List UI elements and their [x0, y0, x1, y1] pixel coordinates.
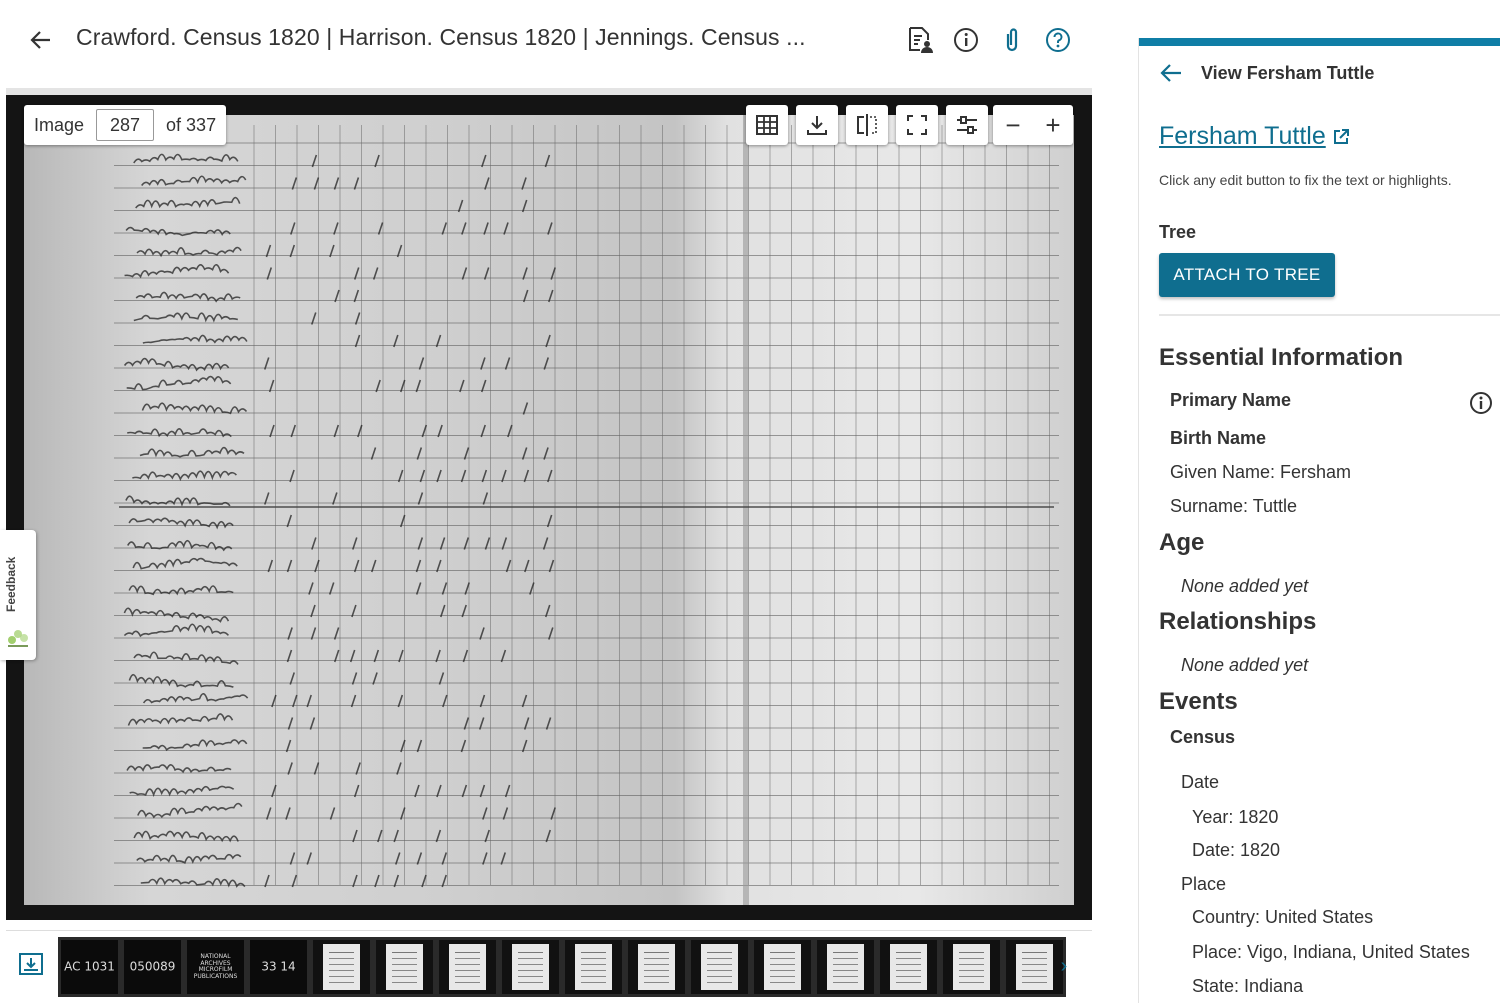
thumbnail[interactable]: NATIONAL ARCHIVES MICROFILM PUBLICATIONS — [187, 940, 244, 994]
census-image[interactable]: Image of 337 − + — [6, 95, 1092, 920]
thumbnail-page — [575, 944, 612, 990]
image-counter: Image of 337 — [24, 105, 227, 145]
grid-icon[interactable] — [746, 105, 788, 145]
thumbnail[interactable] — [943, 940, 1000, 994]
relationships-value: None added yet — [1181, 655, 1309, 675]
header-actions — [904, 22, 1074, 58]
thumbnail[interactable] — [691, 940, 748, 994]
image-total: of 337 — [166, 114, 217, 135]
events-heading: Events — [1159, 688, 1238, 715]
thumbnail[interactable] — [817, 940, 874, 994]
thumbnail[interactable]: 050089 — [124, 940, 181, 994]
attachment-icon[interactable] — [996, 22, 1028, 58]
date-label: Date — [1181, 772, 1220, 792]
essential-info-heading: Essential Information — [1159, 344, 1404, 371]
edit-hint: Click any edit button to fix the text or… — [1159, 172, 1452, 188]
thumbnail[interactable]: AC 1031 — [61, 940, 118, 994]
tree-label: Tree — [1159, 222, 1197, 242]
thumbnail[interactable] — [439, 940, 496, 994]
adjust-icon[interactable] — [946, 105, 988, 145]
given-name: Given Name: Fersham — [1170, 462, 1352, 482]
image-viewer[interactable]: Image of 337 − + — [6, 88, 1092, 920]
back-arrow-icon[interactable] — [1159, 62, 1183, 84]
feedback-tab[interactable]: Feedback — [0, 530, 36, 660]
document-person-icon[interactable] — [904, 22, 936, 58]
birth-name-label: Birth Name — [1170, 428, 1267, 448]
event-year: Year: 1820 — [1192, 807, 1279, 827]
zoom-out-button[interactable]: − — [993, 105, 1033, 145]
thumbnail-label: 33 14 — [261, 959, 296, 974]
thumbnail-list: AC 1031 050089 NATIONAL ARCHIVES MICROFILM… — [58, 937, 1066, 997]
event-place: Place: Vigo, Indiana, United States — [1192, 942, 1470, 962]
compare-icon[interactable] — [846, 105, 888, 145]
record-panel: View Fersham Tuttle Fersham Tuttle Click… — [1138, 38, 1500, 1003]
panel-header: View Fersham Tuttle — [1159, 62, 1374, 84]
person-name[interactable]: Fersham Tuttle — [1159, 122, 1326, 151]
surname: Surname: Tuttle — [1170, 496, 1298, 516]
filmstrip-toggle-icon[interactable] — [18, 951, 46, 979]
event-state: State: Indiana — [1192, 976, 1304, 996]
thumbnail-page — [764, 944, 801, 990]
thumbnail[interactable] — [313, 940, 370, 994]
feedback-label: Feedback — [4, 556, 18, 612]
event-date: Date: 1820 — [1192, 840, 1281, 860]
thumbnail-page — [386, 944, 423, 990]
relationships-heading: Relationships — [1159, 608, 1317, 635]
chevron-right-icon[interactable]: › — [1052, 953, 1076, 979]
fullscreen-icon[interactable] — [896, 105, 938, 145]
download-icon[interactable] — [796, 105, 838, 145]
thumbnail-label: NATIONAL ARCHIVES MICROFILM PUBLICATIONS — [193, 952, 238, 980]
back-arrow-icon[interactable] — [26, 24, 56, 56]
thumbnail-page — [638, 944, 675, 990]
thumbnail-page — [827, 944, 864, 990]
age-heading: Age — [1159, 529, 1205, 556]
thumbnail-page — [1016, 944, 1053, 990]
zoom-controls: − + — [993, 105, 1073, 145]
panel-accent-bar — [1139, 38, 1500, 46]
thumbnail-label: 050089 — [129, 959, 176, 974]
census-page-scan — [24, 115, 1074, 905]
thumbnail-page — [449, 944, 486, 990]
attach-to-tree-button[interactable]: ATTACH TO TREE — [1159, 253, 1335, 297]
info-icon[interactable] — [950, 22, 982, 58]
thumbnail-page — [512, 944, 549, 990]
thumbnail-page — [323, 944, 360, 990]
image-number-input[interactable] — [96, 109, 155, 141]
divider — [1159, 314, 1500, 316]
panel-title: View Fersham Tuttle — [1201, 62, 1375, 83]
external-link-icon — [1333, 128, 1349, 144]
zoom-in-button[interactable]: + — [1033, 105, 1073, 145]
thumbnail[interactable] — [502, 940, 559, 994]
filmstrip: AC 1031 050089 NATIONAL ARCHIVES MICROFILM… — [6, 930, 1092, 1000]
thumbnail-page — [953, 944, 990, 990]
leaf-icon — [8, 630, 28, 647]
help-icon[interactable] — [1042, 22, 1074, 58]
thumbnail[interactable] — [880, 940, 937, 994]
age-value: None added yet — [1181, 576, 1309, 596]
place-label: Place — [1181, 874, 1227, 894]
primary-name-label: Primary Name — [1170, 390, 1292, 410]
page-title: Crawford. Census 1820 | Harrison. Census… — [76, 24, 806, 50]
thumbnail[interactable] — [628, 940, 685, 994]
top-bar: Crawford. Census 1820 | Harrison. Census… — [0, 0, 1120, 84]
thumbnail[interactable] — [754, 940, 811, 994]
person-name-link[interactable]: Fersham Tuttle — [1159, 122, 1350, 151]
thumbnail[interactable] — [376, 940, 433, 994]
thumbnail-page — [701, 944, 738, 990]
thumbnail[interactable]: 33 14 — [250, 940, 307, 994]
viewer-tools — [746, 105, 988, 145]
thumbnail-label: AC 1031 — [64, 959, 115, 974]
event-country: Country: United States — [1192, 907, 1374, 927]
ledger-lines — [114, 115, 1059, 905]
thumbnail[interactable] — [565, 940, 622, 994]
info-icon[interactable] — [1469, 391, 1493, 415]
image-label: Image — [34, 114, 85, 135]
census-label: Census — [1170, 727, 1236, 747]
thumbnail-page — [890, 944, 927, 990]
